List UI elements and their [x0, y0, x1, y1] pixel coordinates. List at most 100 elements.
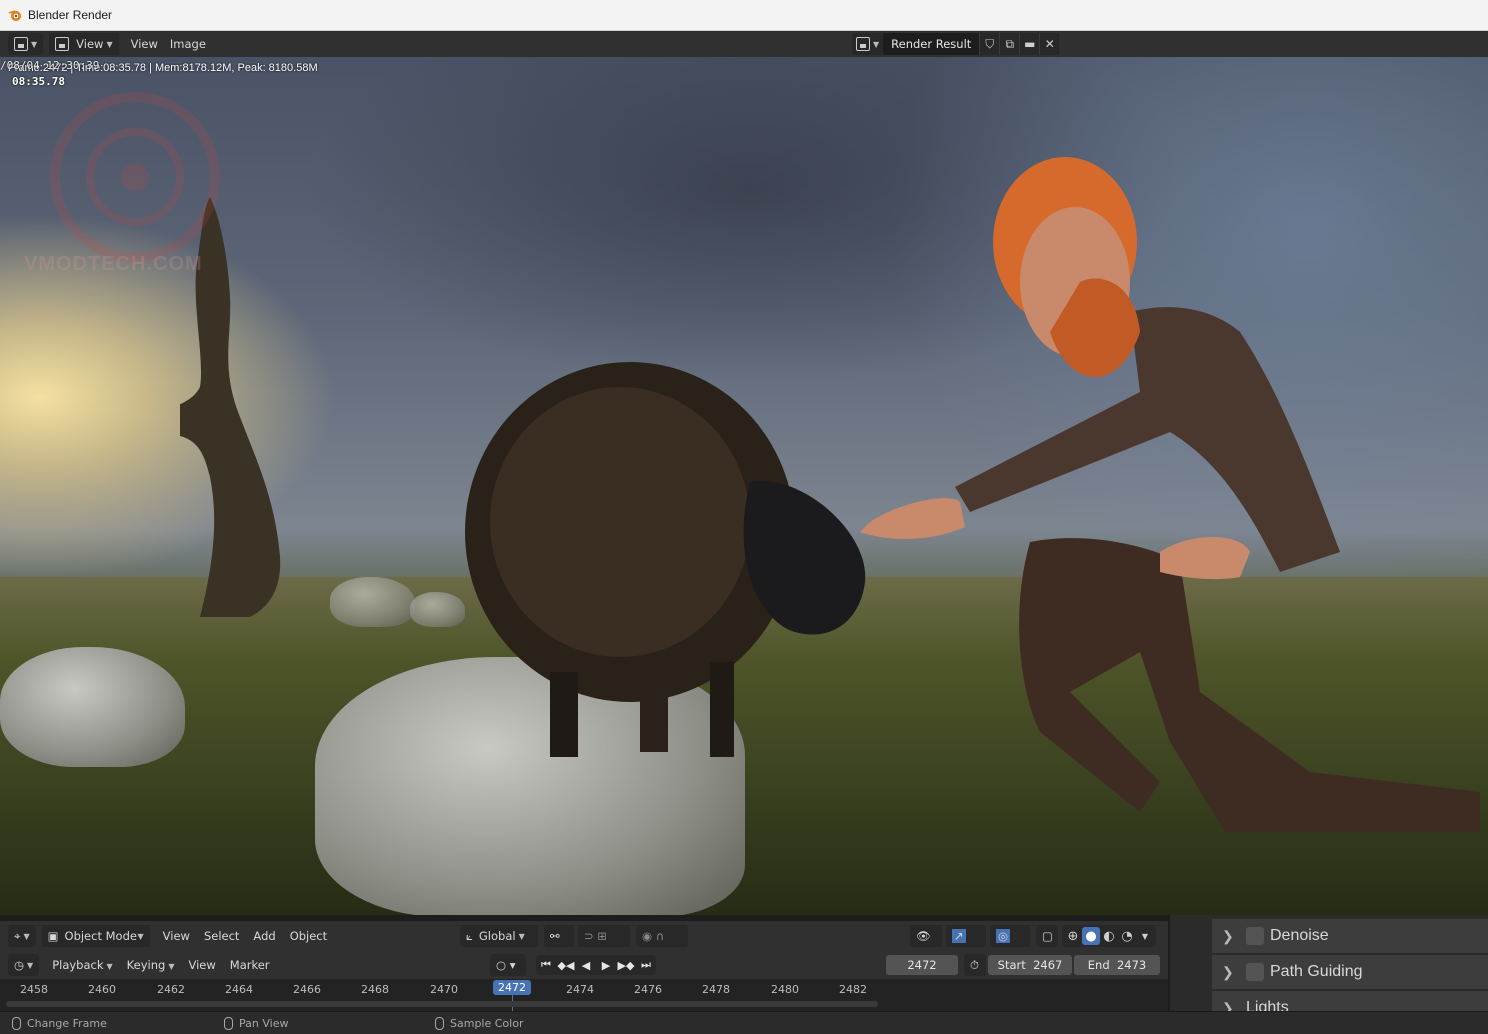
image-editor-icon	[14, 37, 28, 51]
frame-tick: 2480	[771, 983, 799, 996]
menu-image[interactable]: Image	[164, 33, 212, 55]
timeline-scrollbar[interactable]	[6, 1001, 878, 1007]
rendered-shading-icon[interactable]: ◔	[1118, 927, 1136, 945]
chevron-right-icon: ❯	[1222, 999, 1234, 1012]
frame-tick: 2458	[20, 983, 48, 996]
object-mode-dropdown[interactable]: ▣ Object Mode ▼	[41, 925, 150, 947]
preview-range-button[interactable]: ⏱	[964, 954, 986, 976]
frame-start-field[interactable]: Start 2467	[988, 955, 1072, 975]
jump-start-icon[interactable]: ⏮	[536, 958, 556, 972]
status-bar: Change Frame Pan View Sample Color	[0, 1011, 1488, 1034]
image-name-field[interactable]: Render Result	[883, 33, 980, 55]
menu-object[interactable]: Object	[283, 929, 334, 943]
play-icon[interactable]: ▶	[596, 959, 616, 972]
browse-image-button[interactable]: ▼	[852, 33, 884, 55]
editor-type-button[interactable]: ▼	[8, 33, 44, 55]
gizmo-icon: ↗	[952, 929, 966, 943]
render-stats: Frame:2472 | Time:08:35.78 | Mem:8178.12…	[0, 59, 318, 89]
lights-label: Lights	[1246, 999, 1289, 1011]
wireframe-shading-icon[interactable]: ⊕	[1064, 927, 1082, 945]
jump-end-icon[interactable]: ⏭	[636, 958, 656, 972]
frame-tick: 2468	[361, 983, 389, 996]
chevron-right-icon: ❯	[1222, 927, 1234, 944]
menu-view[interactable]: View	[156, 929, 197, 943]
open-folder-icon[interactable]: ▬	[1019, 33, 1040, 55]
path-guiding-label: Path Guiding	[1270, 963, 1363, 980]
denoise-checkbox[interactable]	[1246, 927, 1264, 945]
chevron-down-icon: ▼	[23, 931, 30, 941]
chevron-down-icon[interactable]: ▼	[1136, 927, 1154, 945]
mouse-left-icon	[12, 1016, 21, 1030]
editor-type-button[interactable]: ◷ ▼	[8, 954, 40, 976]
transform-orientation-dropdown[interactable]: ⟀ Global ▼	[460, 925, 538, 947]
pivot-point-button[interactable]: ⚯	[544, 925, 574, 947]
frame-tick: 2466	[293, 983, 321, 996]
path-guiding-checkbox[interactable]	[1246, 963, 1264, 981]
menu-view[interactable]: View	[181, 958, 222, 972]
properties-panel: ❯ Denoise ❯ Path Guiding ❯ Lights	[1168, 915, 1488, 1011]
render-result-image[interactable]: VMODTECH.COM Frame:2472 | Time:08:35.78 …	[0, 57, 1488, 915]
frame-end-field[interactable]: End 2473	[1074, 955, 1160, 975]
image-browser: ▼ Render Result ⛉ ⧉ ▬ ✕	[852, 33, 1060, 55]
xray-button[interactable]: ▢	[1036, 925, 1058, 947]
object-mode-label: Object Mode	[64, 929, 137, 943]
gizmo-button[interactable]: ↗	[946, 925, 986, 947]
view-mode-dropdown[interactable]: View ▼	[49, 33, 119, 55]
editor-type-button[interactable]: ⌖ ▼	[8, 925, 36, 947]
duplicate-icon[interactable]: ⧉	[999, 33, 1020, 55]
prev-keyframe-icon[interactable]: ◆◀	[556, 959, 576, 972]
view-mode-label: View	[76, 37, 104, 51]
play-reverse-icon[interactable]: ◀	[576, 959, 596, 972]
frame-tick: 2476	[634, 983, 662, 996]
status-middle-label: Pan View	[239, 1016, 289, 1030]
end-value: 2473	[1116, 958, 1147, 972]
visibility-button[interactable]: 👁	[910, 925, 942, 947]
chevron-down-icon: ▼	[518, 931, 525, 941]
render-time: 08:35.78	[12, 75, 65, 88]
chevron-down-icon: ▼	[873, 39, 880, 49]
record-icon: ○ ▾	[496, 958, 516, 972]
keying-menu[interactable]: Keying ▼	[120, 958, 182, 972]
chevron-down-icon: ▼	[106, 39, 113, 49]
current-frame-field[interactable]: 2472	[886, 955, 958, 975]
image-icon	[856, 37, 870, 51]
frame-tick: 2482	[839, 983, 867, 996]
playhead-frame[interactable]: 2472	[493, 980, 531, 995]
panel-path-guiding[interactable]: ❯ Path Guiding	[1212, 955, 1488, 989]
status-sample-color: Sample Color	[435, 1016, 523, 1030]
panel-denoise[interactable]: ❯ Denoise	[1212, 919, 1488, 953]
menu-select[interactable]: Select	[197, 929, 246, 943]
frame-tick: 2462	[157, 983, 185, 996]
solid-shading-icon[interactable]: ●	[1082, 927, 1100, 945]
chevron-down-icon: ▼	[168, 962, 175, 971]
timeline-header: ◷ ▼ Playback ▼ Keying ▼ View Marker ○ ▾ ⏮ ◆…	[0, 951, 1168, 979]
close-icon[interactable]: ✕	[1039, 33, 1060, 55]
next-keyframe-icon[interactable]: ▶◆	[616, 959, 636, 972]
image-icon	[55, 37, 70, 51]
material-shading-icon[interactable]: ◐	[1100, 927, 1118, 945]
overlays-button[interactable]: ◎	[990, 925, 1030, 947]
blender-logo-icon	[8, 8, 22, 22]
menu-view[interactable]: View	[125, 33, 164, 55]
chevron-right-icon: ❯	[1222, 963, 1234, 980]
menu-add[interactable]: Add	[246, 929, 282, 943]
watermark-text: VMODTECH.COM	[24, 253, 203, 275]
menu-marker[interactable]: Marker	[223, 958, 277, 972]
rock-far-2	[410, 592, 465, 627]
playback-menu[interactable]: Playback ▼	[45, 958, 119, 972]
frame-tick: 2470	[430, 983, 458, 996]
panel-lights[interactable]: ❯ Lights	[1212, 991, 1488, 1011]
snap-button[interactable]: ⊃ ⊞	[578, 925, 630, 947]
status-change-frame: Change Frame	[12, 1016, 107, 1030]
frame-tick: 2474	[566, 983, 594, 996]
watermark-logo	[50, 92, 220, 262]
chevron-down-icon: ▼	[137, 931, 144, 941]
timeline-ruler[interactable]: 2458 2460 2462 2464 2466 2468 2470 2472 …	[0, 979, 1168, 1011]
black-sheep	[465, 362, 866, 757]
proportional-edit-button[interactable]: ◉ ∩	[636, 925, 688, 947]
xray-icon: ▢	[1042, 929, 1053, 943]
clock-icon: ◷	[14, 958, 25, 972]
stopwatch-icon: ⏱	[970, 957, 979, 972]
fake-user-shield-icon[interactable]: ⛉	[979, 33, 1000, 55]
auto-keying-button[interactable]: ○ ▾	[490, 954, 526, 976]
